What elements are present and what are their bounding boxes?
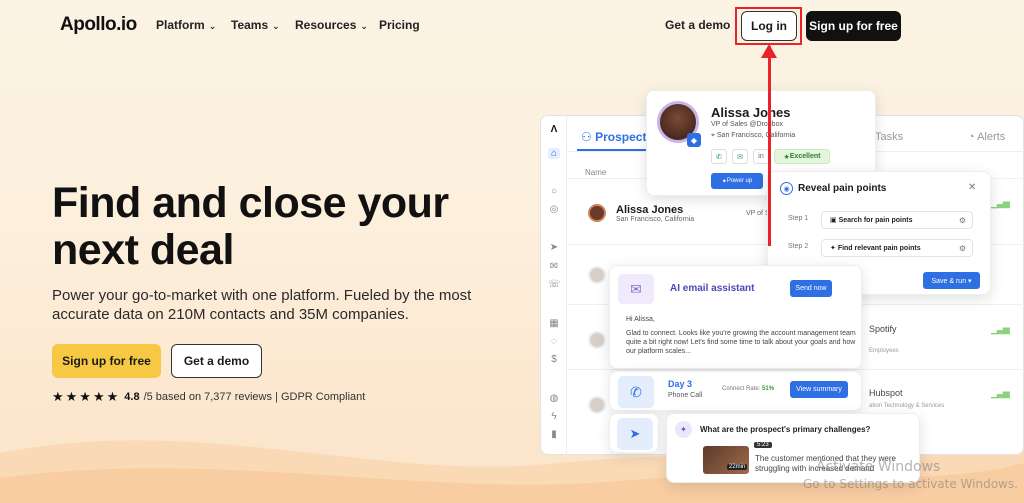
dollar-icon[interactable]: $ — [548, 354, 560, 365]
annotation-arrow-head — [761, 44, 777, 58]
avatar — [588, 266, 606, 284]
company-sub: Employees — [869, 348, 899, 354]
apollo-mark-icon: Λ — [550, 124, 558, 135]
windows-watermark-subtitle: Go to Settings to activate Windows. — [803, 477, 1018, 491]
apollo-logo[interactable]: Apollo.io — [60, 14, 137, 36]
app-sidebar: Λ ⌂ ○ ◎ ➤ ✉ ☏ ▦ ◌ $ ◍ ϟ ▮ — [541, 116, 567, 456]
gear-icon[interactable]: ⚙ — [959, 244, 966, 253]
tab-alerts[interactable]: ◔ Alerts — [968, 131, 1005, 143]
mail-icon[interactable]: ✉ — [548, 261, 560, 272]
save-run-button[interactable]: Save & run ▾ — [923, 272, 980, 289]
reveal-icon: ◉ — [780, 182, 793, 195]
send-card: ➤ — [609, 413, 659, 453]
email-assistant-card: ✉ AI email assistant Send now Hi Alissa,… — [609, 265, 862, 369]
step-label: Step 1 — [788, 215, 809, 222]
send-icon[interactable]: ➤ — [617, 418, 653, 450]
view-summary-button[interactable]: View summary — [790, 381, 848, 398]
tab-tasks[interactable]: Tasks — [875, 131, 903, 143]
call-card: ✆ Day 3 Phone Call Connect Rate: 51% Vie… — [609, 371, 862, 411]
nav-get-demo[interactable]: Get a demo — [665, 18, 730, 32]
briefcase-icon: ▣ — [830, 217, 839, 224]
home-icon[interactable]: ⌂ — [548, 148, 560, 159]
step-label: Step 2 — [788, 243, 809, 250]
question-text: What are the prospect's primary challeng… — [700, 425, 871, 434]
step-search[interactable]: ▣ Search for pain points ⚙ — [821, 211, 973, 229]
video-timestamp: 5:23 — [754, 442, 772, 448]
ai-icon: ✦ — [675, 421, 692, 438]
rating-text: /5 based on 7,377 reviews | GDPR Complia… — [143, 391, 366, 403]
nav-teams[interactable]: Teams ⌄ — [231, 18, 280, 32]
phone-icon[interactable]: ☏ — [548, 279, 561, 290]
pain-points-title: Reveal pain points — [798, 183, 887, 194]
call-day: Day 3 — [668, 379, 693, 389]
company-name: Hubspot — [869, 388, 903, 398]
annotation-arrow — [768, 46, 771, 246]
top-nav: Apollo.io Platform ⌄ Teams ⌄ Resources ⌄ Pr… — [0, 0, 1024, 52]
company-sub: ation Technology & Services — [869, 403, 945, 409]
hero-title: Find and close your next deal — [52, 179, 449, 274]
avatar — [588, 204, 606, 222]
chart-icon[interactable]: ▮ — [548, 429, 560, 440]
send-icon[interactable]: ➤ — [548, 242, 560, 253]
phone-icon[interactable]: ✆ — [711, 149, 727, 164]
excellent-badge: ★ Excellent — [774, 149, 830, 164]
email-assistant-title: AI email assistant — [670, 283, 755, 294]
linkedin-icon[interactable]: in — [753, 149, 769, 164]
windows-watermark-title: Activate Windows — [816, 459, 941, 475]
row-location: San Francisco, California — [616, 216, 695, 223]
email-body: Glad to connect. Looks like you're growi… — [626, 330, 856, 355]
company-name: Spotify — [869, 324, 897, 334]
rating-line: ★★★★★ 4.8/5 based on 7,377 reviews | GDP… — [52, 389, 365, 405]
chevron-down-icon: ⌄ — [360, 20, 368, 31]
profile-location: ⌖ San Francisco, California — [711, 132, 796, 139]
nav-resources[interactable]: Resources ⌄ — [295, 18, 368, 32]
get-demo-button-hero[interactable]: Get a demo — [171, 344, 262, 378]
bell-icon: ◔ — [968, 131, 978, 143]
profile-name: Alissa Jones — [711, 105, 791, 120]
mail-sparkle-icon: ✉ — [618, 274, 654, 304]
gear-icon[interactable]: ⚙ — [959, 216, 966, 225]
video-duration: 22min — [727, 464, 748, 470]
power-up-button[interactable]: ✦ Power up — [711, 173, 763, 189]
mail-icon[interactable]: ✉ — [732, 149, 748, 164]
chevron-down-icon: ⌄ — [208, 20, 217, 31]
email-greeting: Hi Alissa, — [626, 316, 655, 323]
search-icon[interactable]: ○ — [548, 186, 560, 197]
send-now-button[interactable]: Send now — [790, 280, 832, 297]
chevron-down-icon: ⌄ — [272, 20, 280, 31]
chat-icon[interactable]: ◌ — [548, 336, 560, 347]
users-icon: ⚇ — [581, 130, 596, 144]
tab-prospects[interactable]: ⚇ Prospects — [581, 130, 653, 144]
check-circle-icon[interactable]: ◍ — [548, 393, 560, 404]
login-highlight-box — [735, 7, 802, 45]
nav-platform[interactable]: Platform ⌄ — [156, 18, 216, 32]
close-icon[interactable]: ✕ — [968, 182, 976, 193]
avatar — [588, 396, 606, 414]
signup-button-nav[interactable]: Sign up for free — [806, 11, 901, 41]
nav-pricing[interactable]: Pricing — [379, 18, 420, 32]
bolt-icon[interactable]: ϟ — [548, 411, 560, 422]
signal-bars-icon: ▁▃▅ — [991, 198, 1010, 208]
calendar-icon[interactable]: ▦ — [548, 318, 560, 329]
hero-subtitle: Power your go-to-market with one platfor… — [52, 287, 472, 323]
signup-button-hero[interactable]: Sign up for free — [52, 344, 161, 378]
signal-bars-icon: ▁▃▅ — [991, 324, 1010, 334]
avatar — [588, 331, 606, 349]
row-divider — [567, 369, 1024, 370]
profile-role: VP of Sales @Dropbox — [711, 121, 783, 128]
target-icon[interactable]: ◎ — [548, 204, 560, 215]
signal-bars-icon: ▁▃▅ — [991, 388, 1010, 398]
call-type: Phone Call — [668, 392, 703, 399]
row-name[interactable]: Alissa Jones — [616, 204, 683, 216]
step-find[interactable]: ✦ Find relevant pain points ⚙ — [821, 239, 973, 257]
sparkle-icon: ✦ — [830, 245, 838, 252]
rating-value: 4.8 — [124, 391, 140, 403]
connect-rate: Connect Rate: 51% — [722, 386, 775, 392]
star-rating-icon: ★★★★★ — [52, 389, 121, 404]
phone-icon: ✆ — [618, 376, 654, 408]
dropbox-icon: ◆ — [687, 133, 701, 147]
column-header-name: Name — [585, 168, 607, 177]
